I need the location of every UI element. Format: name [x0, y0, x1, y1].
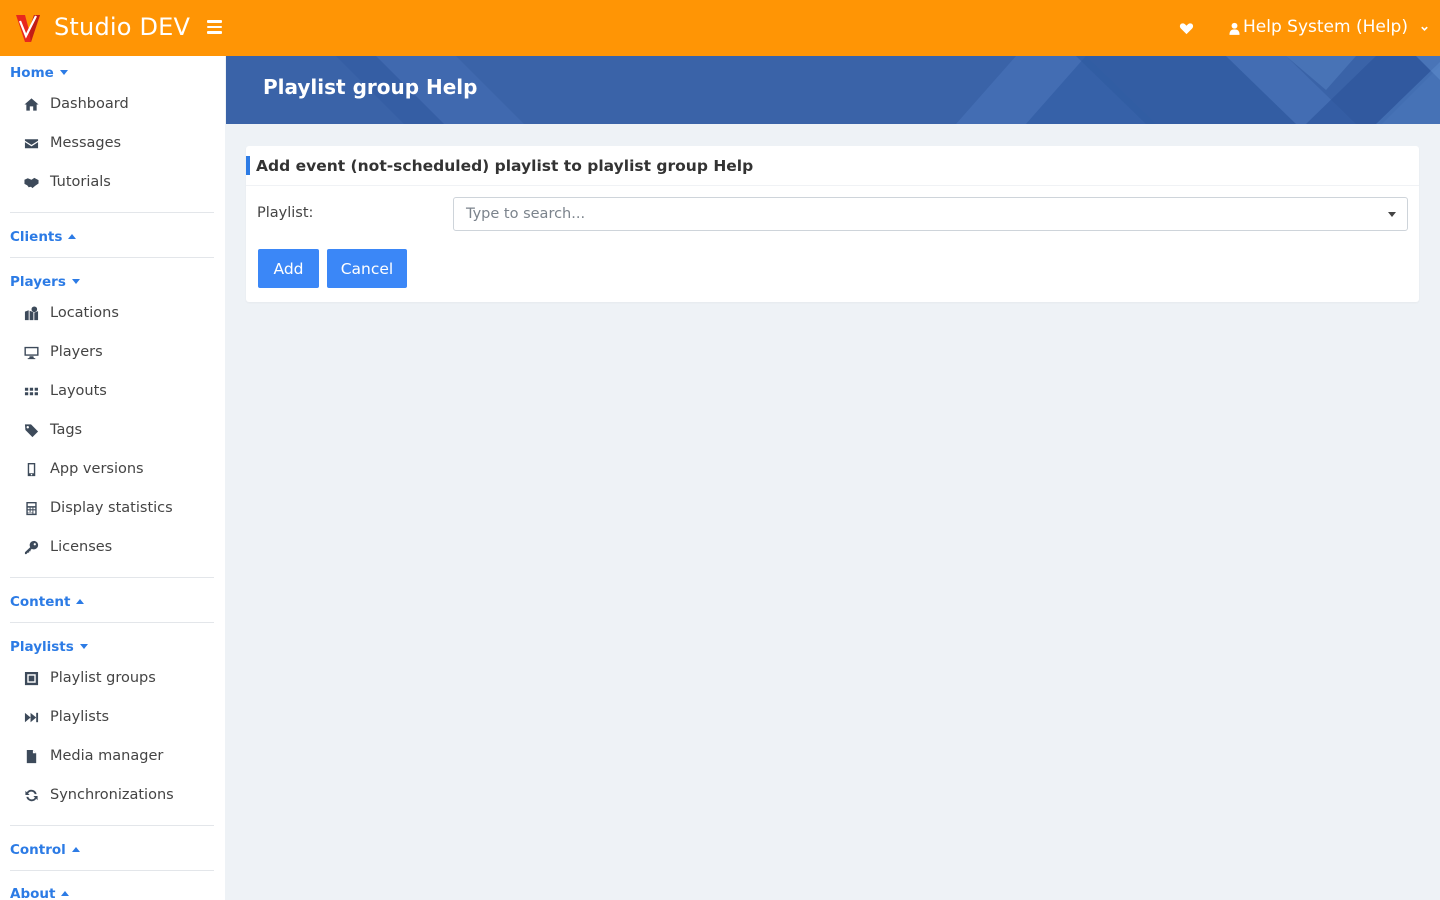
desktop-icon — [23, 346, 39, 359]
sidebar-item-label: Layouts — [50, 383, 107, 399]
sidebar-section-control[interactable]: Control — [10, 842, 80, 858]
brand-title[interactable]: Studio DEV — [54, 13, 190, 41]
divider — [10, 825, 214, 826]
sidebar-item-label: Synchronizations — [50, 787, 174, 803]
sidebar-item-synchronizations[interactable]: Synchronizations — [22, 787, 174, 803]
section-label: Players — [10, 274, 66, 290]
sidebar-item-layouts[interactable]: Layouts — [22, 383, 107, 399]
chevron-down-icon — [1421, 26, 1428, 31]
sidebar-item-playlist-groups[interactable]: Playlist groups — [22, 670, 156, 686]
page-title: Playlist group Help — [263, 75, 478, 99]
cancel-button[interactable]: Cancel — [327, 249, 407, 288]
card-title: Add event (not-scheduled) playlist to pl… — [256, 157, 754, 175]
menu-toggle-icon[interactable] — [207, 20, 222, 34]
caret-down-icon — [71, 279, 80, 284]
section-label: About — [10, 886, 56, 900]
envelope-icon — [24, 138, 38, 148]
sidebar-item-locations[interactable]: Locations — [22, 305, 119, 321]
add-button[interactable]: Add — [258, 249, 319, 288]
home-icon — [23, 97, 39, 111]
card-header: Add event (not-scheduled) playlist to pl… — [246, 146, 1419, 186]
section-label: Clients — [10, 229, 63, 245]
sidebar-section-content[interactable]: Content — [10, 594, 85, 610]
divider — [10, 577, 214, 578]
sidebar-item-label: Display statistics — [50, 500, 173, 516]
user-name: Help System (Help) — [1243, 17, 1408, 37]
file-icon — [26, 749, 36, 763]
calculator-icon — [25, 501, 37, 515]
user-menu[interactable]: Help System (Help) — [1229, 17, 1429, 37]
caret-down-icon[interactable] — [1388, 212, 1396, 218]
sidebar-section-clients[interactable]: Clients — [10, 229, 77, 245]
sidebar-item-label: Media manager — [50, 748, 164, 764]
sidebar-item-messages[interactable]: Messages — [22, 135, 121, 151]
sidebar-item-tags[interactable]: Tags — [22, 422, 82, 438]
user-icon — [1229, 22, 1240, 35]
sidebar-item-playlists[interactable]: Playlists — [22, 709, 109, 725]
accent-bar — [246, 156, 250, 175]
caret-up-icon — [61, 891, 70, 896]
sync-icon — [24, 789, 38, 801]
sidebar-item-players[interactable]: Players — [22, 344, 103, 360]
sidebar-item-label: Licenses — [50, 539, 113, 555]
sidebar-item-dashboard[interactable]: Dashboard — [22, 96, 129, 112]
logo-icon[interactable] — [14, 12, 42, 44]
sidebar-item-licenses[interactable]: Licenses — [22, 539, 112, 555]
divider — [10, 257, 214, 258]
divider — [10, 870, 214, 871]
section-label: Playlists — [10, 639, 74, 655]
sidebar-section-players[interactable]: Players — [10, 274, 80, 290]
object-group-icon — [24, 671, 38, 685]
tag-icon — [24, 423, 38, 437]
divider — [10, 212, 214, 213]
key-icon — [24, 540, 38, 554]
map-marker-icon — [24, 305, 38, 320]
section-label: Control — [10, 842, 66, 858]
grid-icon — [24, 387, 38, 395]
sidebar-item-label: App versions — [50, 461, 144, 477]
sidebar-item-media-manager[interactable]: Media manager — [22, 748, 163, 764]
sidebar-item-label: Playlists — [50, 709, 110, 725]
top-bar: Studio DEV Help System (Help) — [0, 0, 1440, 56]
sidebar-item-tutorials[interactable]: Tutorials — [22, 174, 111, 190]
caret-down-icon — [79, 644, 88, 649]
sidebar-item-app-versions[interactable]: App versions — [22, 461, 144, 477]
fast-forward-icon — [24, 712, 38, 722]
caret-up-icon — [76, 599, 85, 604]
sidebar-item-label: Playlist groups — [50, 670, 156, 686]
page-header-banner: Playlist group Help — [226, 56, 1440, 124]
playlist-select-placeholder: Type to search... — [466, 206, 586, 222]
section-label: Content — [10, 594, 71, 610]
add-playlist-form-card: Add event (not-scheduled) playlist to pl… — [246, 146, 1419, 302]
section-label: Home — [10, 65, 54, 81]
sidebar-item-label: Tutorials — [50, 174, 111, 190]
mobile-icon — [27, 462, 35, 476]
handshake-icon — [23, 177, 39, 188]
caret-down-icon — [59, 70, 68, 75]
sidebar-section-about[interactable]: About — [10, 886, 70, 900]
sidebar-section-home[interactable]: Home — [10, 65, 68, 81]
sidebar-item-label: Messages — [50, 135, 122, 151]
divider — [10, 622, 214, 623]
sidebar-item-label: Tags — [50, 422, 83, 438]
playlist-select[interactable]: Type to search... — [453, 197, 1408, 231]
sidebar: Home Dashboard Messages Tutorials Client… — [0, 56, 225, 900]
sidebar-item-display-statistics[interactable]: Display statistics — [22, 500, 173, 516]
sidebar-item-label: Locations — [50, 305, 119, 321]
heart-icon[interactable] — [1179, 21, 1194, 36]
caret-up-icon — [68, 234, 77, 239]
playlist-label: Playlist: — [257, 205, 314, 221]
sidebar-item-label: Players — [50, 344, 103, 360]
sidebar-item-label: Dashboard — [50, 96, 129, 112]
sidebar-section-playlists[interactable]: Playlists — [10, 639, 88, 655]
caret-up-icon — [71, 847, 80, 852]
